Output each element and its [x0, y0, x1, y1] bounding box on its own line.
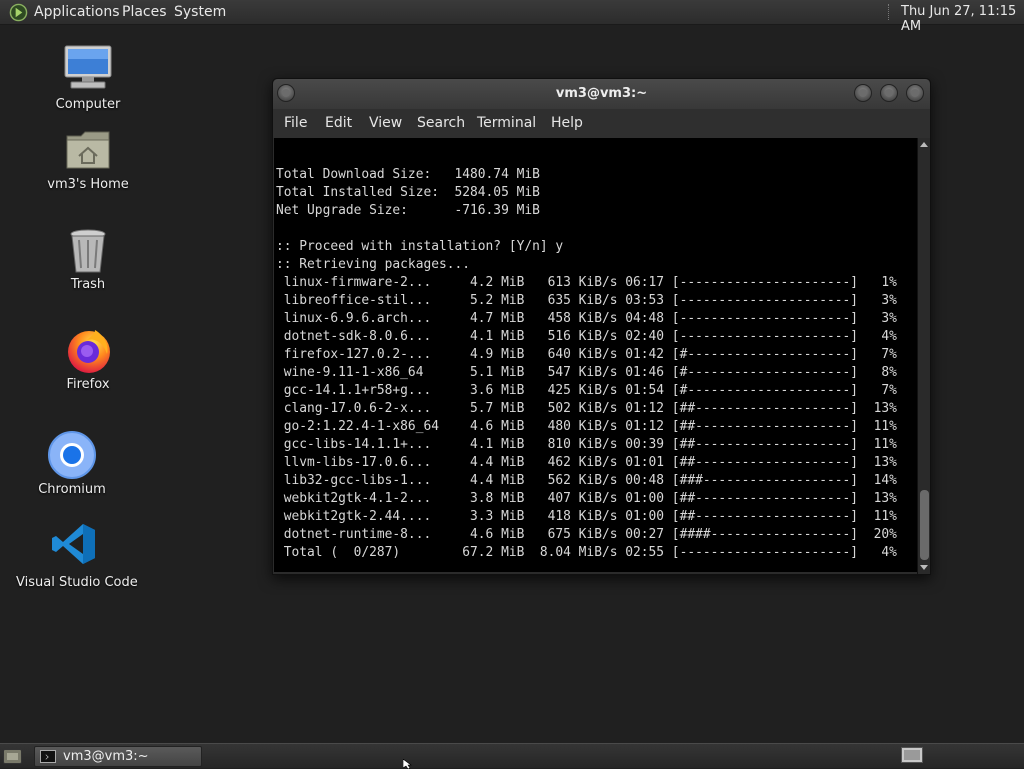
terminal-line: libreoffice-stil... 5.2 MiB 635 KiB/s 03…: [276, 293, 897, 308]
close-button[interactable]: [906, 84, 924, 102]
menu-edit[interactable]: Edit: [325, 115, 352, 131]
menu-help[interactable]: Help: [551, 115, 583, 131]
terminal-line: linux-6.9.6.arch... 4.7 MiB 458 KiB/s 04…: [276, 311, 897, 326]
workspace-switcher[interactable]: [901, 747, 923, 763]
terminal-line: webkit2gtk-4.1-2... 3.8 MiB 407 KiB/s 01…: [276, 491, 897, 506]
terminal-line: :: Retrieving packages...: [276, 257, 471, 272]
maximize-button[interactable]: [880, 84, 898, 102]
desktop-icon-label: Chromium: [38, 482, 106, 497]
top-panel: Applications Places System Thu Jun 27, 1…: [0, 0, 1024, 34]
scrollbar-thumb[interactable]: [920, 490, 929, 560]
terminal-line: :: Proceed with installation? [Y/n] y: [276, 239, 564, 254]
terminal-line: linux-firmware-2... 4.2 MiB 613 KiB/s 06…: [276, 275, 897, 290]
home-folder-icon: [66, 131, 110, 169]
menu-search[interactable]: Search: [417, 115, 465, 131]
terminal-line: dotnet-runtime-8... 4.6 MiB 675 KiB/s 00…: [276, 527, 897, 542]
menu-file[interactable]: File: [284, 115, 307, 131]
window-titlebar[interactable]: vm3@vm3:~: [273, 79, 930, 109]
desktop-icon-computer[interactable]: Computer: [40, 44, 136, 116]
terminal-output[interactable]: Total Download Size: 1480.74 MiB Total In…: [274, 138, 917, 572]
scroll-up-arrow-icon[interactable]: [920, 142, 928, 147]
clock[interactable]: Thu Jun 27, 11:15 AM: [901, 4, 1024, 34]
desktop-icon-trash[interactable]: Trash: [40, 228, 136, 300]
window-title: vm3@vm3:~: [555, 86, 648, 101]
terminal-line: Total ( 0/287) 67.2 MiB 8.04 MiB/s 02:55…: [276, 545, 897, 560]
terminal-line: Net Upgrade Size: -716.39 MiB: [276, 203, 540, 218]
terminal-line: go-2:1.22.4-1-x86_64 4.6 MiB 480 KiB/s 0…: [276, 419, 897, 434]
chromium-icon: [48, 431, 96, 479]
desktop-icon-vscode[interactable]: Visual Studio Code: [16, 520, 138, 592]
terminal-line: webkit2gtk-2.44.... 3.3 MiB 418 KiB/s 01…: [276, 509, 897, 524]
desktop-icon-firefox[interactable]: Firefox: [40, 326, 136, 398]
desktop-icon-label: vm3's Home: [47, 177, 129, 192]
panel-separator: [888, 4, 890, 20]
show-desktop-icon[interactable]: [3, 749, 22, 764]
terminal-line: Total Download Size: 1480.74 MiB: [276, 167, 540, 182]
terminal-line: firefox-127.0.2-... 4.9 MiB 640 KiB/s 01…: [276, 347, 897, 362]
terminal-line: gcc-14.1.1+r58+g... 3.6 MiB 425 KiB/s 01…: [276, 383, 897, 398]
terminal-line: dotnet-sdk-8.0.6... 4.1 MiB 516 KiB/s 02…: [276, 329, 897, 344]
minimize-button[interactable]: [854, 84, 872, 102]
bottom-panel: vm3@vm3:~: [0, 743, 1024, 768]
desktop-icon-label: Visual Studio Code: [16, 575, 138, 590]
terminal-menubar: File Edit View Search Terminal Help: [273, 109, 930, 138]
vscode-icon: [52, 524, 95, 564]
taskbar-terminal-button[interactable]: vm3@vm3:~: [34, 746, 202, 767]
scroll-down-arrow-icon[interactable]: [920, 565, 928, 570]
system-menu[interactable]: System: [174, 4, 226, 20]
terminal-line: gcc-libs-14.1.1+... 4.1 MiB 810 KiB/s 00…: [276, 437, 897, 452]
menu-terminal[interactable]: Terminal: [477, 115, 536, 131]
terminal-window[interactable]: vm3@vm3:~ File Edit View Search Terminal…: [272, 78, 931, 575]
terminal-line: llvm-libs-17.0.6... 4.4 MiB 462 KiB/s 01…: [276, 455, 897, 470]
menu-view[interactable]: View: [369, 115, 402, 131]
places-menu[interactable]: Places: [122, 4, 167, 20]
trash-icon: [70, 229, 106, 273]
terminal-line: wine-9.11-1-x86_64 5.1 MiB 547 KiB/s 01:…: [276, 365, 897, 380]
firefox-icon: [68, 330, 110, 373]
terminal-scrollbar[interactable]: [917, 138, 930, 574]
desktop-icon-home[interactable]: vm3's Home: [40, 128, 136, 200]
desktop-icon-label: Firefox: [66, 377, 110, 392]
desktop-icon-label: Computer: [55, 97, 121, 112]
applications-menu[interactable]: Applications: [34, 4, 120, 20]
computer-icon: [64, 45, 112, 89]
distro-logo-icon[interactable]: [9, 3, 28, 22]
taskbar-label: vm3@vm3:~: [63, 749, 149, 764]
terminal-line: clang-17.0.6-2-x... 5.7 MiB 502 KiB/s 01…: [276, 401, 897, 416]
desktop-icon-chromium[interactable]: Chromium: [24, 430, 120, 502]
terminal-line: Total Installed Size: 5284.05 MiB: [276, 185, 540, 200]
desktop-icon-label: Trash: [70, 277, 106, 292]
terminal-icon: [40, 750, 56, 763]
terminal-line: lib32-gcc-libs-1... 4.4 MiB 562 KiB/s 00…: [276, 473, 897, 488]
